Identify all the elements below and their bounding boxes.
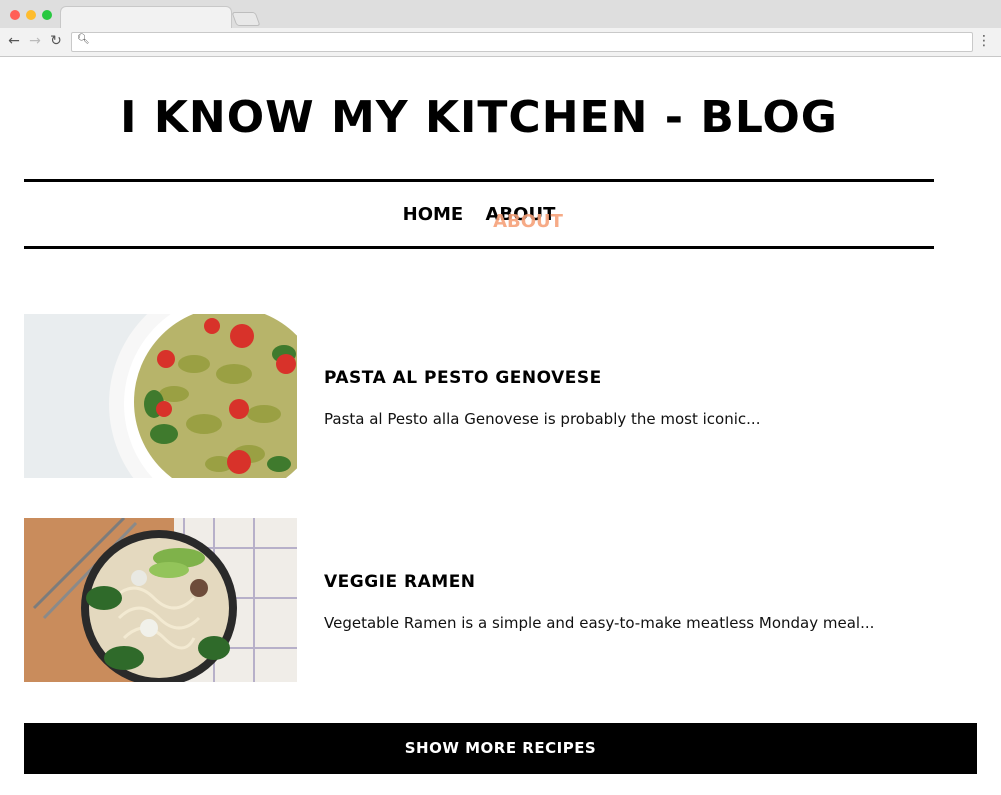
browser-tab[interactable] <box>60 6 232 29</box>
nav-about-hover: ABOUT <box>493 211 563 232</box>
show-more-recipes-button[interactable]: SHOW MORE RECIPES <box>24 723 977 774</box>
header-divider-top <box>24 179 934 182</box>
header-divider-bottom <box>24 246 934 249</box>
post-excerpt: Pasta al Pesto alla Genovese is probably… <box>324 410 761 428</box>
maximize-window-icon[interactable] <box>42 10 52 20</box>
site-title: I KNOW MY KITCHEN - BLOG <box>120 92 838 143</box>
forward-arrow-icon[interactable]: → <box>27 33 43 49</box>
reload-icon[interactable]: ↻ <box>48 33 64 49</box>
nav-hover-overlay: ABOUT <box>24 211 934 232</box>
post-excerpt: Vegetable Ramen is a simple and easy-to-… <box>324 614 875 632</box>
address-bar[interactable]: 🔍︎ <box>71 32 973 52</box>
browser-menu-icon[interactable]: ⋮ <box>977 33 991 49</box>
page: I KNOW MY KITCHEN - BLOG HOME ABOUT ABOU… <box>0 56 1001 795</box>
post-card[interactable]: VEGGIE RAMEN Vegetable Ramen is a simple… <box>24 518 934 682</box>
browser-chrome: ← → ↻ 🔍︎ ⋮ <box>0 0 1001 57</box>
post-card[interactable]: PASTA AL PESTO GENOVESE Pasta al Pesto a… <box>24 314 934 478</box>
close-window-icon[interactable] <box>10 10 20 20</box>
search-icon: 🔍︎ <box>77 34 90 45</box>
new-tab-button[interactable] <box>231 12 261 26</box>
minimize-window-icon[interactable] <box>26 10 36 20</box>
ramen-image[interactable] <box>24 518 297 682</box>
back-arrow-icon[interactable]: ← <box>6 33 22 49</box>
window-controls <box>10 10 52 20</box>
pasta-image[interactable] <box>24 314 297 478</box>
browser-toolbar: ← → ↻ 🔍︎ ⋮ <box>0 28 1001 56</box>
post-title[interactable]: VEGGIE RAMEN <box>324 572 476 592</box>
post-title[interactable]: PASTA AL PESTO GENOVESE <box>324 368 602 388</box>
